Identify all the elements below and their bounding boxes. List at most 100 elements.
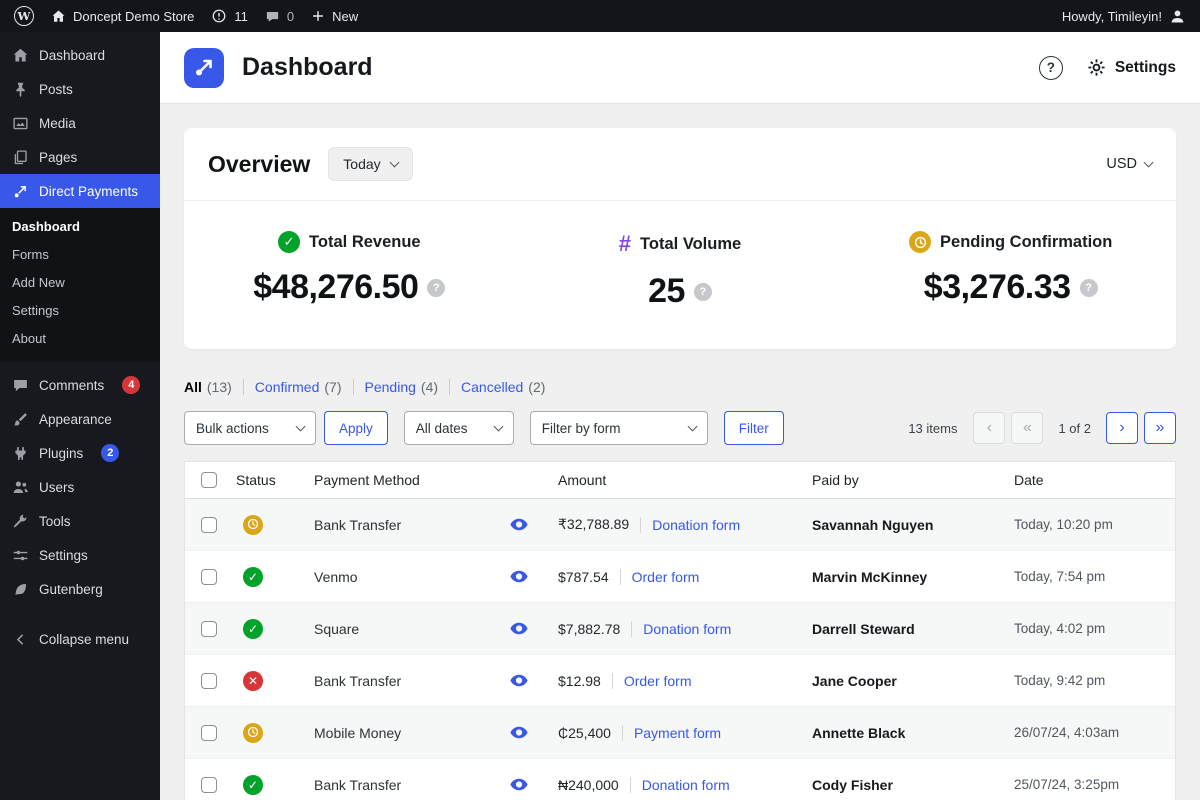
page-info: 1 of 2	[1058, 420, 1091, 436]
amount: $787.54	[558, 568, 609, 585]
sidebar-item-posts[interactable]: Posts	[0, 72, 160, 106]
x-icon: ✕	[247, 673, 259, 688]
view-cancelled[interactable]: Cancelled (2)	[449, 379, 556, 395]
direct-payments-logo-icon	[184, 47, 224, 88]
row-checkbox[interactable]	[201, 724, 217, 741]
view-payment-button[interactable]	[504, 674, 528, 687]
view-payment-button[interactable]	[504, 726, 528, 739]
stat-label: Total Volume	[640, 234, 742, 253]
new-menu[interactable]: New	[311, 0, 358, 32]
sidebar-item-tools[interactable]: Tools	[0, 504, 160, 538]
period-dropdown[interactable]: Today	[328, 147, 413, 181]
wordpress-logo[interactable]: W	[14, 0, 34, 32]
payment-method: Mobile Money	[314, 724, 402, 741]
page-title: Dashboard	[242, 53, 373, 81]
sidebar-item-settings[interactable]: Settings	[0, 538, 160, 572]
settings-button[interactable]: Settings	[1087, 58, 1176, 77]
submenu-item-about[interactable]: About	[0, 324, 160, 352]
comments-count: 0	[286, 8, 295, 24]
table-row: ✓✕ Venmo $787.54 Order form Marvin McKinn…	[185, 551, 1175, 603]
sidebar-item-pages[interactable]: Pages	[0, 140, 160, 174]
view-confirmed[interactable]: Confirmed (7)	[242, 379, 353, 395]
wrench-icon	[11, 512, 29, 530]
sidebar-item-users[interactable]: Users	[0, 470, 160, 504]
sidebar-item-plugins[interactable]: Plugins 2	[0, 436, 160, 470]
form-link[interactable]: Order form	[619, 568, 699, 585]
apply-button[interactable]: Apply	[324, 411, 388, 445]
help-bubble-icon[interactable]: ?	[1079, 278, 1098, 297]
currency-dropdown[interactable]: USD	[1106, 156, 1154, 172]
row-checkbox[interactable]	[201, 776, 217, 793]
plug-icon	[11, 444, 29, 462]
direct-payments-submenu: Dashboard Forms Add New Settings About	[0, 208, 160, 362]
sidebar-item-direct-payments[interactable]: Direct Payments	[0, 174, 160, 208]
collapse-menu-button[interactable]: Collapse menu	[0, 622, 160, 656]
submenu-item-forms[interactable]: Forms	[0, 240, 160, 268]
submenu-item-settings[interactable]: Settings	[0, 296, 160, 324]
next-page-button[interactable]: ›	[1106, 412, 1138, 444]
view-payment-button[interactable]	[504, 622, 528, 635]
row-checkbox[interactable]	[201, 568, 217, 585]
dates-filter-select[interactable]: All dates	[403, 411, 514, 445]
overview-title: Overview	[208, 150, 311, 177]
status-icon: ✓✕	[243, 774, 263, 795]
form-link[interactable]: Order form	[611, 672, 692, 689]
paid-by: Marvin McKinney	[812, 568, 928, 585]
updates-indicator[interactable]: 11	[211, 0, 248, 32]
view-payment-button[interactable]	[504, 518, 528, 531]
col-date: Date	[1014, 472, 1044, 488]
view-payment-button[interactable]	[504, 778, 528, 791]
help-icon[interactable]: ?	[1038, 55, 1063, 80]
sidebar-item-media[interactable]: Media	[0, 106, 160, 140]
view-all[interactable]: All (13)	[184, 379, 243, 395]
eye-icon	[510, 674, 528, 687]
first-page-button[interactable]: «	[1011, 412, 1044, 444]
howdy-menu[interactable]: Howdy, Timileyin!	[1062, 0, 1186, 32]
overview-card: Overview Today USD ✓ Total Revenue $48,2…	[184, 128, 1176, 349]
col-amount: Amount	[558, 472, 607, 488]
row-checkbox[interactable]	[201, 672, 217, 689]
help-bubble-icon[interactable]: ?	[427, 278, 446, 297]
amount: ₵25,400	[558, 724, 611, 741]
payment-date: Today, 4:02 pm	[1014, 621, 1106, 636]
col-status: Status	[236, 472, 276, 488]
prev-page-button[interactable]: ‹	[973, 412, 1006, 444]
alert-icon	[211, 8, 227, 24]
form-link[interactable]: Donation form	[640, 516, 740, 533]
chevron-down-icon	[1143, 157, 1154, 168]
submenu-item-dashboard[interactable]: Dashboard	[0, 212, 160, 240]
row-checkbox[interactable]	[201, 620, 217, 637]
site-name-menu[interactable]: Doncept Demo Store	[51, 0, 194, 32]
paid-by: Savannah Nguyen	[812, 516, 934, 533]
select-all-checkbox[interactable]	[201, 472, 217, 488]
sidebar-item-dashboard[interactable]: Dashboard	[0, 38, 160, 72]
form-link[interactable]: Donation form	[631, 620, 731, 637]
check-circle-icon: ✓	[278, 231, 301, 253]
bulk-actions-select[interactable]: Bulk actions	[184, 411, 316, 445]
payment-date: Today, 7:54 pm	[1014, 569, 1106, 584]
help-bubble-icon[interactable]: ?	[693, 282, 712, 301]
home-icon	[51, 9, 66, 24]
comments-indicator[interactable]: 0	[265, 0, 294, 32]
view-payment-button[interactable]	[504, 570, 528, 583]
plus-icon	[311, 9, 325, 23]
view-pending[interactable]: Pending (4)	[352, 379, 450, 395]
user-avatar-icon	[1169, 8, 1186, 25]
form-link[interactable]: Payment form	[621, 724, 721, 741]
status-icon: ✓✕	[243, 618, 263, 639]
comments-icon	[11, 376, 29, 394]
row-checkbox[interactable]	[201, 516, 217, 533]
payments-table: Status Payment Method Amount Paid by Dat…	[184, 461, 1176, 800]
comments-badge: 4	[122, 376, 141, 394]
clock-icon	[247, 518, 259, 532]
brush-icon	[11, 410, 29, 428]
sidebar-item-gutenberg[interactable]: Gutenberg	[0, 572, 160, 606]
sidebar-item-comments[interactable]: Comments 4	[0, 368, 160, 402]
sidebar-item-appearance[interactable]: Appearance	[0, 402, 160, 436]
form-filter-select[interactable]: Filter by form	[529, 411, 708, 445]
check-icon: ✓	[247, 777, 259, 792]
last-page-button[interactable]: »	[1144, 412, 1176, 444]
filter-button[interactable]: Filter	[723, 411, 784, 445]
form-link[interactable]: Donation form	[629, 776, 730, 793]
submenu-item-add-new[interactable]: Add New	[0, 268, 160, 296]
